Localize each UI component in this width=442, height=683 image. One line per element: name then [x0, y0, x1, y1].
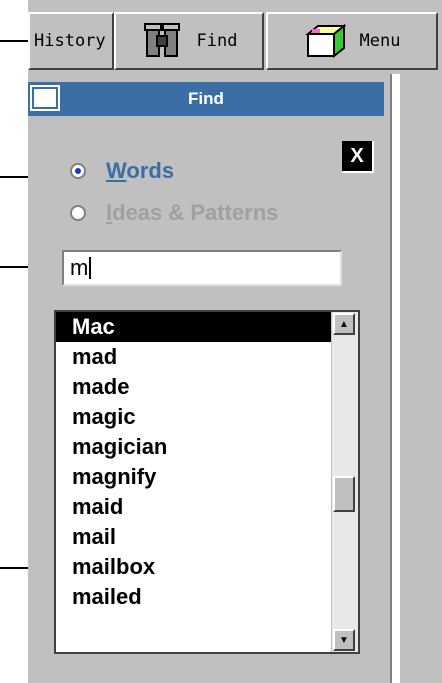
find-panel-titlebar: Find — [28, 82, 384, 116]
toolbar: History Find Menu — [28, 12, 438, 70]
scrollbar-thumb[interactable] — [333, 476, 355, 512]
menu-button[interactable]: Menu — [266, 12, 438, 70]
words-mnemonic: W — [106, 158, 127, 183]
words-label: Words — [106, 158, 174, 184]
ideas-radio[interactable] — [70, 205, 86, 221]
right-scroll-strip — [390, 74, 400, 683]
search-input-value: m — [70, 255, 89, 280]
list-item[interactable]: mad — [56, 342, 332, 372]
list-item[interactable]: magnify — [56, 462, 332, 492]
ideas-label-rest: deas & Patterns — [112, 200, 279, 225]
menu-button-label: Menu — [359, 31, 401, 51]
scroll-up-icon[interactable]: ▲ — [333, 313, 355, 335]
find-button[interactable]: Find — [114, 12, 264, 70]
list-item[interactable]: mailbox — [56, 552, 332, 582]
ideas-label: Ideas & Patterns — [106, 200, 278, 226]
list-item[interactable]: Mac — [56, 312, 332, 342]
close-button-label: X — [350, 144, 364, 167]
list-item[interactable]: made — [56, 372, 332, 402]
window-icon — [30, 85, 60, 111]
menu-folder-icon — [304, 22, 347, 60]
history-button[interactable]: History — [28, 12, 114, 70]
words-label-rest: ords — [126, 158, 175, 183]
find-button-label: Find — [196, 31, 238, 51]
text-caret — [89, 257, 92, 279]
list-item[interactable]: mail — [56, 522, 332, 552]
list-item[interactable]: maid — [56, 492, 332, 522]
find-panel: Find Words X Ideas & Patterns m Mac mad … — [28, 82, 388, 683]
list-item[interactable]: magic — [56, 402, 332, 432]
results-list: Mac mad made magic magician magnify maid… — [56, 312, 332, 652]
list-item[interactable]: magician — [56, 432, 332, 462]
find-panel-title: Find — [188, 89, 224, 108]
binoculars-icon — [141, 22, 183, 60]
words-radio[interactable] — [70, 163, 86, 179]
option-ideas-patterns[interactable]: Ideas & Patterns — [70, 198, 278, 228]
history-button-label: History — [34, 31, 106, 51]
results-scrollbar[interactable]: ▲ ▼ — [331, 312, 358, 652]
close-button[interactable]: X — [342, 141, 374, 173]
list-item[interactable]: mailed — [56, 582, 332, 612]
search-input[interactable]: m — [62, 250, 342, 286]
results-listbox[interactable]: Mac mad made magic magician magnify maid… — [54, 310, 360, 654]
scroll-down-icon[interactable]: ▼ — [333, 629, 355, 651]
option-words[interactable]: Words — [70, 156, 174, 186]
